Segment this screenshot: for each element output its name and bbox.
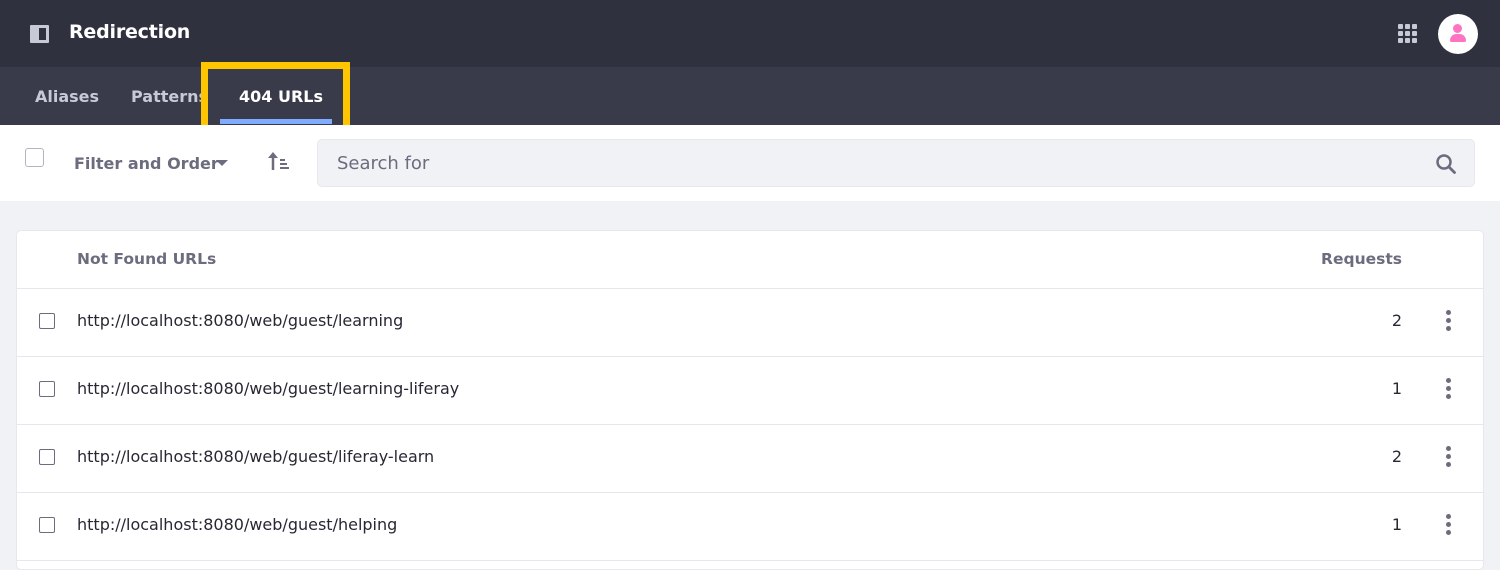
search-icon[interactable] <box>1435 153 1457 175</box>
more-actions-icon[interactable] <box>1444 378 1454 400</box>
product-menu-icon[interactable] <box>30 25 49 43</box>
column-header-requests: Requests <box>1321 250 1402 268</box>
app-title: Redirection <box>69 21 191 43</box>
more-actions-icon[interactable] <box>1444 310 1454 332</box>
highlight-annotation <box>201 62 350 133</box>
search-input[interactable] <box>337 150 1417 176</box>
row-requests: 2 <box>1391 311 1402 330</box>
apps-grid-icon[interactable] <box>1398 24 1417 43</box>
more-actions-icon[interactable] <box>1444 514 1454 536</box>
top-bar: Redirection <box>0 0 1500 67</box>
table-header: Not Found URLs Requests <box>17 231 1483 289</box>
results-table: Not Found URLs Requests http://localhost… <box>16 230 1484 570</box>
tab-patterns[interactable]: Patterns <box>131 87 208 106</box>
row-url: http://localhost:8080/web/guest/liferay-… <box>77 447 435 466</box>
row-requests: 1 <box>1391 515 1402 534</box>
row-requests: 1 <box>1391 379 1402 398</box>
row-url: http://localhost:8080/web/guest/helping <box>77 515 398 534</box>
select-all-checkbox[interactable] <box>25 148 44 167</box>
row-checkbox[interactable] <box>39 313 55 329</box>
column-header-url: Not Found URLs <box>77 250 217 268</box>
table-row: http://localhost:8080/web/guest/learning… <box>17 289 1483 357</box>
more-actions-icon[interactable] <box>1444 446 1454 468</box>
row-requests: 2 <box>1391 447 1402 466</box>
management-toolbar: Filter and Order <box>0 125 1500 201</box>
row-checkbox[interactable] <box>39 449 55 465</box>
row-url: http://localhost:8080/web/guest/learning <box>77 311 404 330</box>
filter-and-order-button[interactable]: Filter and Order <box>74 154 219 173</box>
table-row: http://localhost:8080/web/guest/liferay-… <box>17 425 1483 493</box>
row-checkbox[interactable] <box>39 381 55 397</box>
search-bar <box>317 139 1475 187</box>
table-row: http://localhost:8080/web/guest/learning… <box>17 357 1483 425</box>
row-checkbox[interactable] <box>39 517 55 533</box>
table-row: http://localhost:8080/web/guest/helping … <box>17 493 1483 561</box>
tab-aliases[interactable]: Aliases <box>35 87 99 106</box>
row-url: http://localhost:8080/web/guest/learning… <box>77 379 460 398</box>
caret-down-icon[interactable] <box>216 160 228 166</box>
user-avatar-icon[interactable] <box>1438 14 1478 54</box>
sort-order-icon[interactable] <box>268 151 290 171</box>
